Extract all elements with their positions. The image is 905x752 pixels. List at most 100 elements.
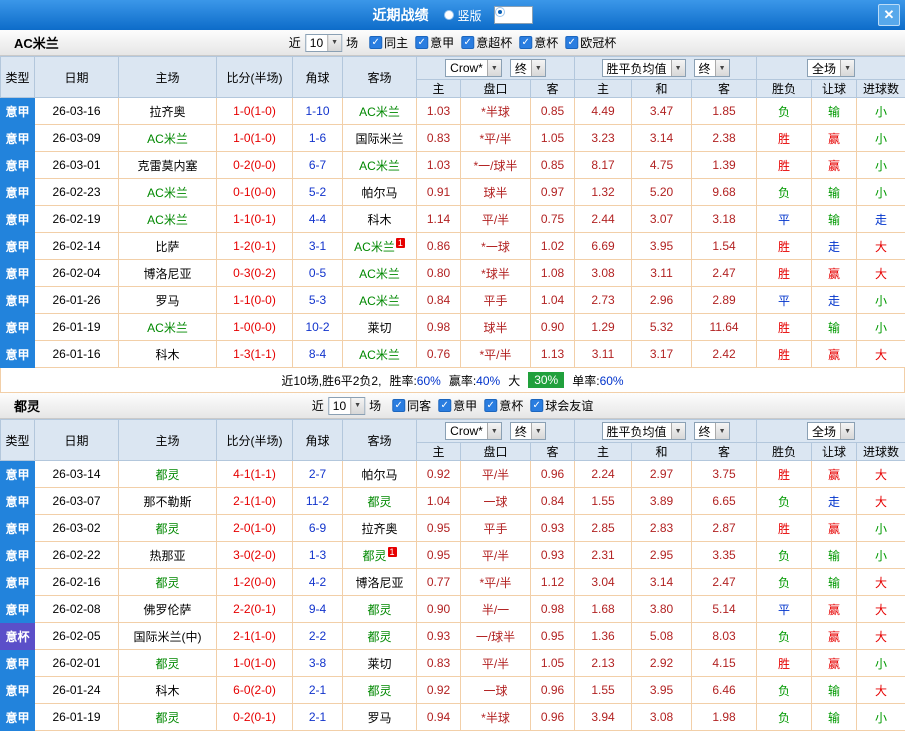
away-team-cell: 罗马 <box>342 703 417 731</box>
col-header-corners: 角球 <box>292 56 343 98</box>
asia-home-odds-cell: 0.92 <box>416 676 461 704</box>
handicap-cell: 平/半 <box>460 205 531 233</box>
handicap-result-cell: 走 <box>811 487 858 515</box>
filter-checkbox[interactable]: ✓ 意甲 <box>438 397 477 414</box>
away-team-cell: 都灵 <box>342 622 417 650</box>
euro-company-select[interactable]: 胜平负均值 ▼ <box>601 422 686 440</box>
scope-select[interactable]: 全场 ▼ <box>807 422 856 440</box>
handicap-result-cell: 赢 <box>811 460 858 488</box>
scope-select[interactable]: 全场 ▼ <box>807 59 856 77</box>
corners-cell: 9-4 <box>292 595 343 623</box>
result-cell: 胜 <box>756 460 813 488</box>
checkbox-checked-icon[interactable]: ✓ <box>461 36 475 49</box>
date-cell: 26-03-02 <box>34 514 119 542</box>
result-cell: 胜 <box>756 124 813 152</box>
odd-rate-value: 60% <box>599 373 624 388</box>
date-cell: 26-02-14 <box>34 232 119 260</box>
match-count-value: 10 <box>332 398 347 413</box>
home-team-cell: 都灵 <box>118 703 217 731</box>
handicap-result-cell: 输 <box>811 676 858 704</box>
close-button[interactable]: ✕ <box>878 4 900 26</box>
filter-checkbox[interactable]: ✓ 意杯 <box>484 397 523 414</box>
euro-draw-odds-cell: 5.08 <box>631 622 693 650</box>
asia-home-odds-cell: 1.03 <box>416 97 461 125</box>
corners-cell: 5-2 <box>292 178 343 206</box>
asia-away-odds-cell: 0.93 <box>529 514 576 542</box>
euro-away-odds-cell: 1.39 <box>691 151 758 179</box>
result-cell: 负 <box>756 97 813 125</box>
asia-away-odds-cell: 1.12 <box>529 568 576 596</box>
home-team-cell: 都灵 <box>118 514 217 542</box>
asia-away-odds-cell: 1.05 <box>529 124 576 152</box>
score-cell: 1-1(0-0) <box>216 286 293 314</box>
euro-away-odds-cell: 2.42 <box>691 340 758 368</box>
match-row: 意甲 26-01-19 都灵 0-2(0-1) 2-1 罗马 0.94 *半球 0.96 3.94… <box>0 703 905 731</box>
home-team-cell: 都灵 <box>118 568 217 596</box>
handicap-result-cell: 输 <box>811 313 858 341</box>
euro-home-odds-cell: 2.13 <box>574 649 633 677</box>
subcol-goals-result: 进球数 <box>856 442 905 461</box>
filter-checkbox[interactable]: ✓ 同主 <box>369 34 408 51</box>
home-team-cell: 拉齐奥 <box>118 97 217 125</box>
col-header-type: 类型 <box>0 419 35 461</box>
checkbox-label: 意甲 <box>453 399 478 413</box>
asia-final-select[interactable]: 终 ▼ <box>509 422 546 440</box>
layout-radio-group: 竖版 横版 <box>444 6 533 24</box>
score-cell: 2-2(0-1) <box>216 595 293 623</box>
date-cell: 26-03-16 <box>34 97 119 125</box>
filter-checkbox[interactable]: ✓ 意超杯 <box>461 34 512 51</box>
filter-checkbox[interactable]: ✓ 同客 <box>392 397 431 414</box>
home-team-cell: 克雷莫内塞 <box>118 151 217 179</box>
layout-radio-horizontal[interactable]: 横版 <box>493 6 533 24</box>
section-header: 都灵 近 10 ▼ 场 ✓ 同客 ✓ 意甲 ✓ 意杯 ✓ 球会友谊 <box>0 393 905 419</box>
date-cell: 26-01-19 <box>34 703 119 731</box>
date-cell: 26-01-19 <box>34 313 119 341</box>
home-team-cell: 科木 <box>118 676 217 704</box>
goals-result-cell: 小 <box>856 178 905 206</box>
goals-result-cell: 小 <box>856 286 905 314</box>
bookmaker-select[interactable]: Crow* ▼ <box>445 59 502 77</box>
col-header-home: 主场 <box>118 56 217 98</box>
match-row: 意甲 26-03-16 拉齐奥 1-0(1-0) 1-10 AC米兰 1.03 *半球 0.85… <box>0 97 905 125</box>
date-cell: 26-02-01 <box>34 649 119 677</box>
title-bar: 近期战绩 竖版 横版 ✕ <box>0 0 905 30</box>
bookmaker-select[interactable]: Crow* ▼ <box>445 422 502 440</box>
team-name: 都灵 <box>14 399 41 414</box>
euro-final-select[interactable]: 终 ▼ <box>693 59 730 77</box>
games-label: 场 <box>369 399 382 413</box>
filter-checkbox[interactable]: ✓ 意甲 <box>415 34 454 51</box>
red-card-badge: 1 <box>387 546 397 557</box>
home-team-cell: 佛罗伦萨 <box>118 595 217 623</box>
handicap-result-cell: 走 <box>811 232 858 260</box>
match-count-select[interactable]: 10 ▼ <box>327 396 366 415</box>
euro-home-odds-cell: 1.55 <box>574 676 633 704</box>
checkbox-checked-icon[interactable]: ✓ <box>415 36 429 49</box>
score-cell: 1-3(1-1) <box>216 340 293 368</box>
checkbox-checked-icon[interactable]: ✓ <box>392 399 406 412</box>
chevron-down-icon: ▼ <box>486 423 501 439</box>
result-cell: 负 <box>756 676 813 704</box>
match-count-select[interactable]: 10 ▼ <box>304 33 343 52</box>
checkbox-checked-icon[interactable]: ✓ <box>565 36 579 49</box>
asia-final-select[interactable]: 终 ▼ <box>509 59 546 77</box>
handicap-result-cell: 赢 <box>811 151 858 179</box>
checkbox-checked-icon[interactable]: ✓ <box>438 399 452 412</box>
date-cell: 26-02-04 <box>34 259 119 287</box>
filter-checkbox[interactable]: ✓ 意杯 <box>519 34 558 51</box>
euro-away-odds-cell: 2.89 <box>691 286 758 314</box>
euro-company-select[interactable]: 胜平负均值 ▼ <box>601 59 686 77</box>
asia-away-odds-cell: 0.96 <box>529 460 576 488</box>
col-header-score: 比分(半场) <box>216 419 293 461</box>
match-row: 意甲 26-02-16 都灵 1-2(0-0) 4-2 博洛尼亚 0.77 *平/半 1.12 3… <box>0 568 905 596</box>
subcol-goals-result: 进球数 <box>856 79 905 98</box>
layout-radio-vertical[interactable]: 竖版 <box>444 7 482 24</box>
asia-away-odds-cell: 0.96 <box>529 703 576 731</box>
euro-final-select[interactable]: 终 ▼ <box>693 422 730 440</box>
checkbox-checked-icon[interactable]: ✓ <box>369 36 383 49</box>
goals-result-cell: 大 <box>856 622 905 650</box>
checkbox-checked-icon[interactable]: ✓ <box>484 399 498 412</box>
checkbox-checked-icon[interactable]: ✓ <box>530 399 544 412</box>
filter-checkbox[interactable]: ✓ 欧冠杯 <box>565 34 616 51</box>
filter-checkbox[interactable]: ✓ 球会友谊 <box>530 397 593 414</box>
checkbox-checked-icon[interactable]: ✓ <box>519 36 533 49</box>
